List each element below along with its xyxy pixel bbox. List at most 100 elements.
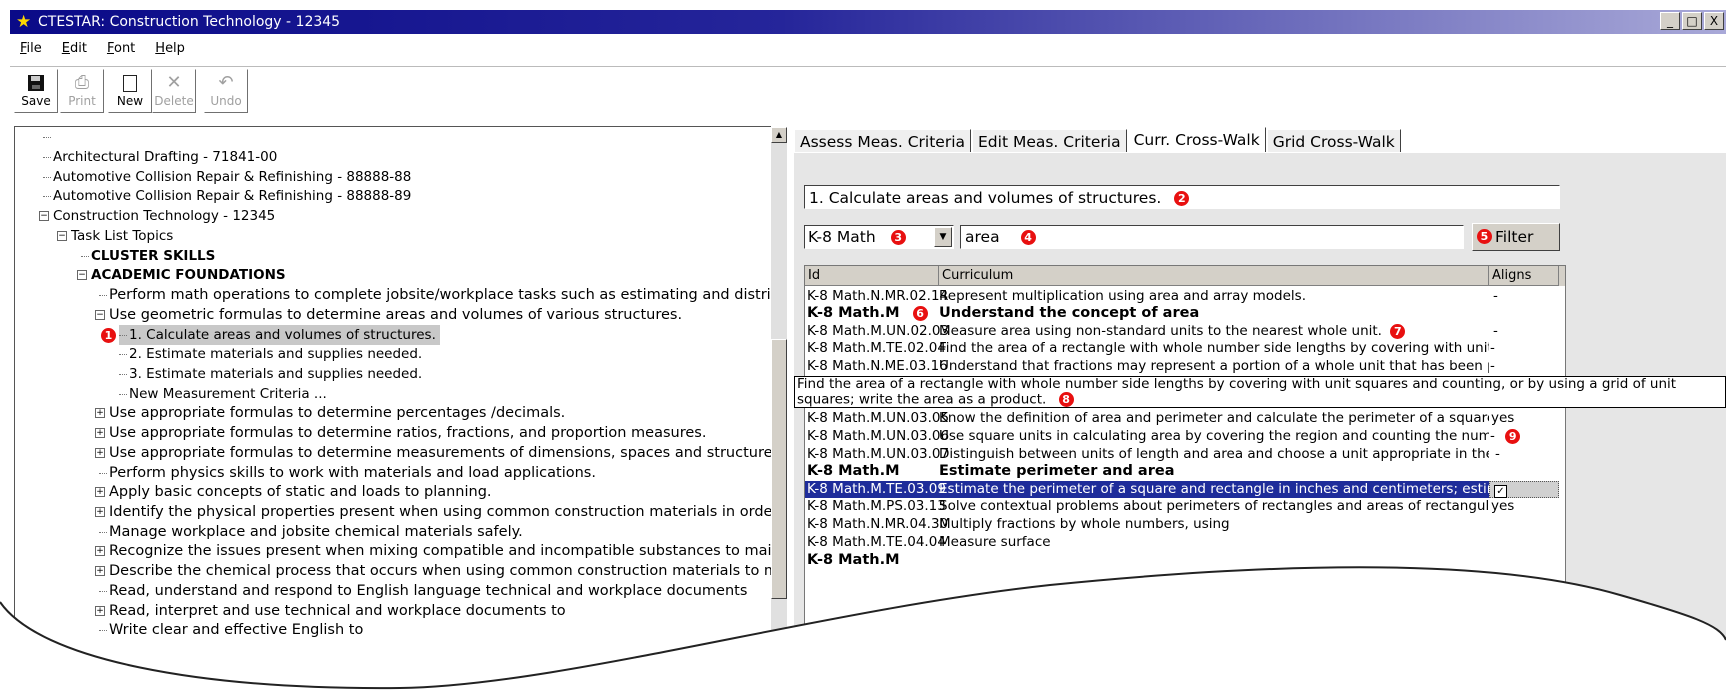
aligns-checkbox[interactable]: ✓ bbox=[1494, 485, 1507, 498]
tree-item-new-criteria[interactable]: New Measurement Criteria ... bbox=[119, 384, 327, 404]
table-row[interactable]: K-8 Math.M.UN.02.03 Measure area using n… bbox=[805, 323, 1565, 340]
tree-item[interactable]: Perform physics skills to work with mate… bbox=[99, 463, 596, 483]
menu-edit[interactable]: Edit bbox=[52, 38, 97, 60]
tree-item[interactable]: CLUSTER SKILLS bbox=[81, 246, 215, 266]
tree-scrollbar[interactable]: ▲ bbox=[771, 127, 787, 687]
table-row[interactable]: K-8 Math.M.TE.02.04 Find the area of a r… bbox=[805, 340, 1565, 357]
tree-item-label: Apply basic concepts of static and loads… bbox=[109, 484, 492, 500]
marker-3: 3 bbox=[890, 230, 906, 245]
marker-1-badge: 1 bbox=[101, 327, 116, 343]
undo-label: Undo bbox=[210, 94, 242, 108]
tree-item-label: Construction Technology - 12345 bbox=[53, 208, 276, 224]
tree-item-selected[interactable]: 1. Calculate areas and volumes of struct… bbox=[119, 325, 440, 345]
cell-aligns: yes bbox=[1491, 410, 1515, 426]
delete-button[interactable]: ✕ Delete bbox=[152, 69, 196, 113]
tree-item-label: Describe the chemical process that occur… bbox=[109, 563, 771, 579]
column-id[interactable]: Id bbox=[805, 266, 939, 286]
tree-item-label: Write clear and effective English to bbox=[109, 622, 364, 638]
expand-icon[interactable]: + bbox=[95, 507, 105, 517]
tab-curr-cross-walk[interactable]: Curr. Cross-Walk bbox=[1127, 127, 1266, 155]
aligns-cell-editor[interactable]: ✓ bbox=[1489, 481, 1559, 498]
tree-item-collapsed[interactable]: + Recognize the issues present when mixin… bbox=[95, 541, 771, 561]
tree-item[interactable]: Read, understand and respond to English … bbox=[99, 581, 747, 601]
cell-curriculum: Measure surface bbox=[939, 534, 1051, 550]
table-row[interactable]: K-8 Math.N.MR.02.14 Represent multiplica… bbox=[805, 288, 1565, 305]
curriculum-grid[interactable]: Id Curriculum Aligns K-8 Math.N.MR.02.14… bbox=[804, 265, 1566, 696]
tree-item-expanded[interactable]: − Task List Topics bbox=[57, 226, 173, 246]
marker-9: 9 bbox=[1505, 428, 1521, 444]
collapse-icon[interactable]: − bbox=[57, 231, 67, 241]
tree-item-collapsed[interactable]: + Describe the chemical process that occu… bbox=[95, 561, 771, 581]
tree-item[interactable]: Architectural Drafting - 71841-00 bbox=[43, 147, 277, 167]
tree-item-collapsed[interactable]: + Use appropriate formulas to determine p… bbox=[95, 403, 565, 423]
scroll-up-arrow-icon[interactable]: ▲ bbox=[771, 127, 787, 143]
tree-item-label: 1. Calculate areas and volumes of struct… bbox=[129, 327, 436, 343]
grid-header: Id Curriculum Aligns bbox=[805, 266, 1565, 286]
expand-icon[interactable]: + bbox=[95, 487, 105, 497]
column-curriculum[interactable]: Curriculum bbox=[939, 266, 1489, 286]
table-group-row[interactable]: K-8 Math.M bbox=[805, 552, 1565, 569]
collapse-icon[interactable]: − bbox=[77, 270, 87, 280]
maximize-button[interactable]: □ bbox=[1682, 12, 1702, 30]
table-row[interactable]: K-8 Math.M.UN.03.05 Know the definition … bbox=[805, 410, 1565, 427]
tree-item[interactable]: Automotive Collision Repair & Refinishin… bbox=[43, 186, 411, 206]
topic-tree[interactable]: Architectural Drafting - 71841-00 Automo… bbox=[14, 126, 771, 696]
marker-7: 7 bbox=[1390, 323, 1406, 339]
expand-icon[interactable]: + bbox=[95, 566, 105, 576]
tree-item[interactable]: Manage workplace and jobsite chemical ma… bbox=[99, 522, 523, 542]
table-group-row[interactable]: K-8 Math.M 6 Understand the concept of a… bbox=[805, 305, 1565, 322]
delete-x-icon: ✕ bbox=[166, 72, 182, 93]
tree-item[interactable]: Write clear and effective English to bbox=[99, 620, 363, 640]
tree-item-collapsed[interactable]: + Apply basic concepts of static and load… bbox=[95, 482, 492, 502]
tree-item-label: Use appropriate formulas to determine pe… bbox=[109, 405, 566, 421]
menu-font[interactable]: Font bbox=[97, 38, 145, 60]
dropdown-arrow-icon[interactable]: ▼ bbox=[934, 227, 952, 247]
curriculum-select[interactable]: K-8 Math 3 ▼ bbox=[804, 225, 954, 249]
table-row[interactable]: K-8 Math.N.ME.03.16 Understand that frac… bbox=[805, 358, 1565, 375]
tree-item[interactable]: 3. Estimate materials and supplies neede… bbox=[119, 364, 422, 384]
tree-item-expanded[interactable]: − ACADEMIC FOUNDATIONS bbox=[77, 265, 286, 285]
cell-curriculum: Estimate the perimeter of a square and r… bbox=[939, 481, 1489, 497]
search-input[interactable]: area 4 bbox=[960, 225, 1464, 249]
menu-help[interactable]: Help bbox=[145, 38, 195, 60]
menu-file[interactable]: File bbox=[10, 38, 52, 60]
tree-item-expanded[interactable]: − Use geometric formulas to determine are… bbox=[95, 305, 682, 325]
tree-item[interactable]: Automotive Collision Repair & Refinishin… bbox=[43, 167, 411, 187]
table-row[interactable]: K-8 Math.M.PS.03.13 Solve contextual pro… bbox=[805, 498, 1565, 515]
tree-item-collapsed[interactable]: + Use appropriate formulas to determine m… bbox=[95, 443, 771, 463]
task-name-field[interactable]: 1. Calculate areas and volumes of struct… bbox=[804, 185, 1560, 209]
print-button[interactable]: ⎙ Print bbox=[60, 69, 104, 113]
scroll-thumb[interactable] bbox=[771, 339, 787, 599]
expand-icon[interactable]: + bbox=[95, 408, 105, 418]
undo-button[interactable]: ↶ Undo bbox=[204, 69, 248, 113]
close-button[interactable]: X bbox=[1704, 12, 1724, 30]
marker-4: 4 bbox=[1020, 230, 1036, 245]
filter-button[interactable]: 5 Filter bbox=[1472, 223, 1560, 251]
table-row[interactable]: K-8 Math.M.UN.03.07 Distinguish between … bbox=[805, 446, 1565, 463]
collapse-icon[interactable]: − bbox=[39, 211, 49, 221]
tree-item-collapsed[interactable]: + Use appropriate formulas to determine r… bbox=[95, 423, 706, 443]
tree-item-expanded[interactable]: − Construction Technology - 12345 bbox=[39, 206, 275, 226]
tree-item-label: Task List Topics bbox=[71, 228, 174, 244]
tree-item-collapsed[interactable]: + Identify the physical properties presen… bbox=[95, 502, 771, 522]
tree-item[interactable]: Perform math operations to complete jobs… bbox=[99, 285, 771, 305]
expand-icon[interactable]: + bbox=[95, 546, 105, 556]
minimize-button[interactable]: _ bbox=[1660, 12, 1680, 30]
table-row[interactable]: K-8 Math.N.MR.04.30 Multiply fractions b… bbox=[805, 516, 1565, 533]
menu-bar: File Edit Font Help bbox=[10, 38, 1726, 60]
new-button[interactable]: New bbox=[108, 69, 152, 113]
marker-8: 8 bbox=[1058, 392, 1074, 407]
tree-item[interactable]: 2. Estimate materials and supplies neede… bbox=[119, 344, 422, 364]
table-row-selected[interactable]: K-8 Math.M.TE.03.09 Estimate the perimet… bbox=[805, 481, 1489, 498]
expand-icon[interactable]: + bbox=[95, 448, 105, 458]
column-aligns[interactable]: Aligns bbox=[1489, 266, 1559, 286]
tree-item-collapsed[interactable]: + Read, interpret and use technical and w… bbox=[95, 601, 566, 621]
expand-icon[interactable]: + bbox=[95, 606, 105, 616]
table-row[interactable]: K-8 Math.M.UN.03.06 Use square units in … bbox=[805, 428, 1565, 445]
save-icon bbox=[15, 72, 57, 94]
table-row[interactable]: K-8 Math.M.TE.04.04 Measure surface bbox=[805, 534, 1565, 551]
save-button[interactable]: Save bbox=[14, 69, 58, 113]
collapse-icon[interactable]: − bbox=[95, 310, 105, 320]
table-group-row[interactable]: K-8 Math.M Estimate perimeter and area bbox=[805, 463, 1565, 480]
expand-icon[interactable]: + bbox=[95, 428, 105, 438]
